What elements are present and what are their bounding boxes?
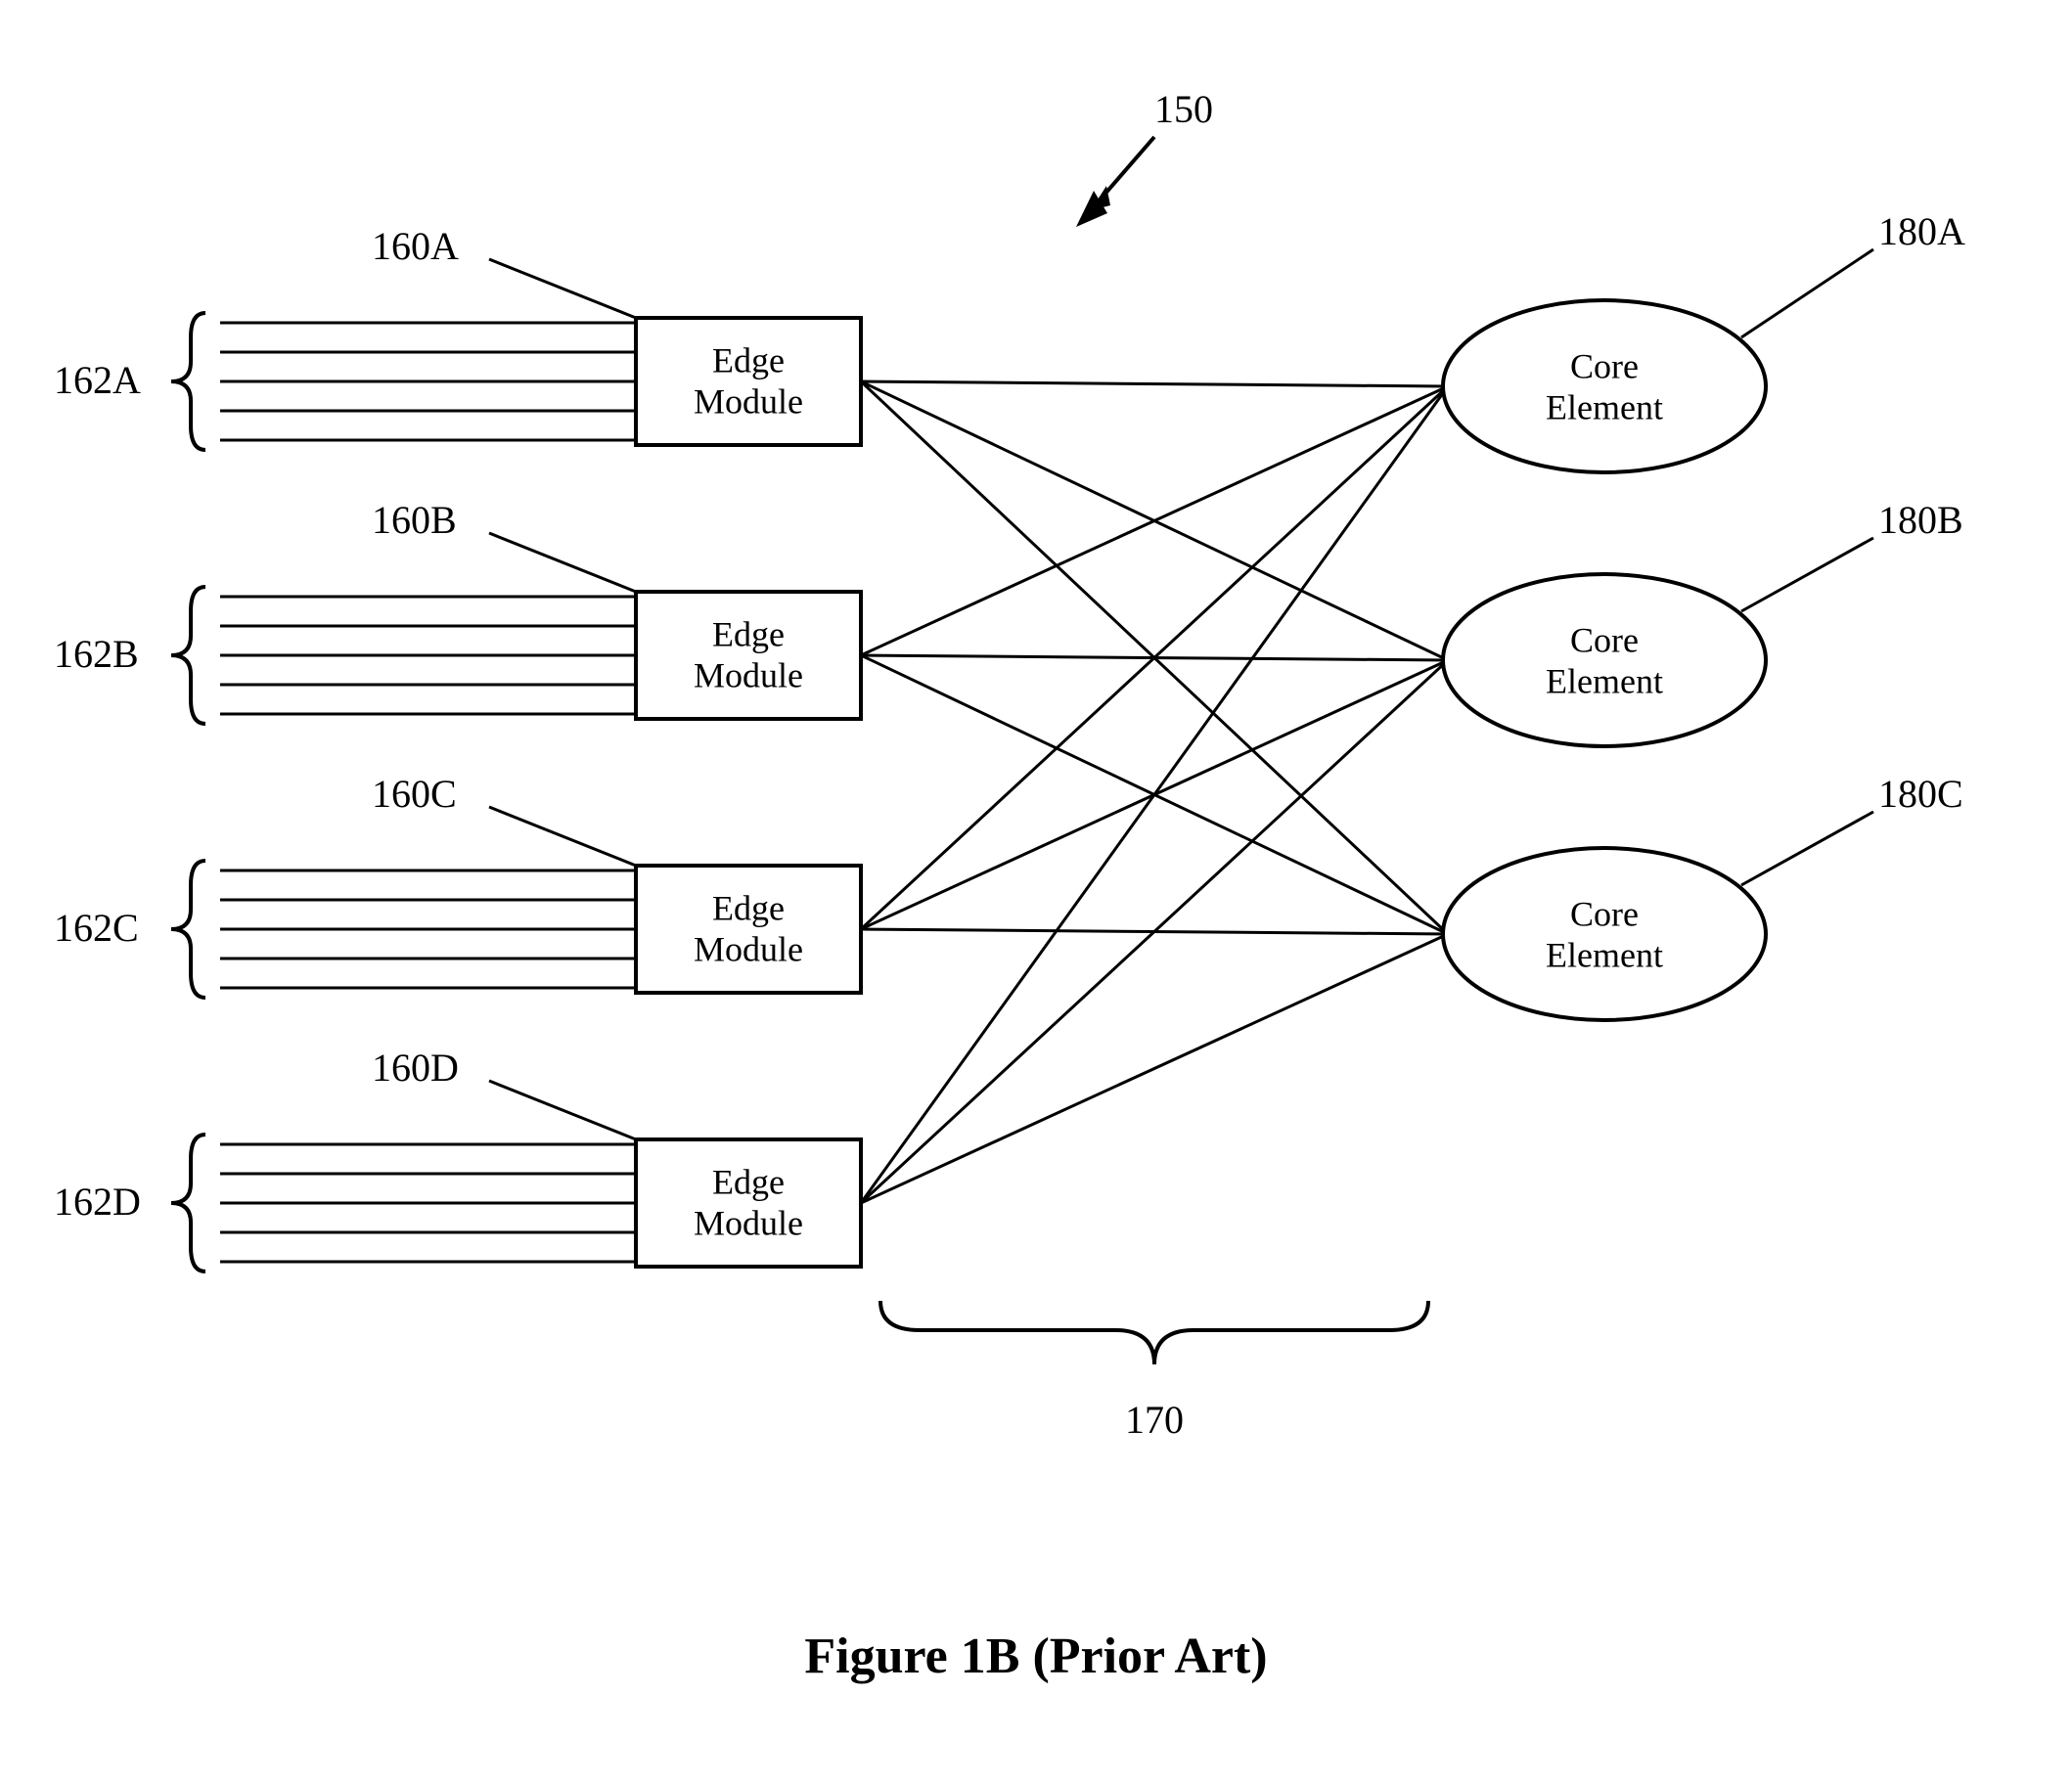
brace-C [171, 861, 205, 998]
edge-module-B-line2: Module [694, 655, 803, 694]
ref-150-text: 150 [1154, 87, 1213, 131]
ref-180C: 180C [1878, 772, 1963, 816]
edge-module-C: 162C Edge Module 160C [54, 772, 861, 998]
ref-150: 150 [1076, 87, 1213, 227]
ref-160A: 160A [372, 224, 459, 268]
edge-module-C-line2: Module [694, 929, 803, 968]
core-A-line2: Element [1546, 387, 1663, 426]
core-element-B: Core Element 180B [1443, 498, 1963, 746]
ref-180B: 180B [1878, 498, 1963, 542]
core-B-line2: Element [1546, 661, 1663, 700]
ref-160B: 160B [372, 498, 457, 542]
ref-180A: 180A [1878, 209, 1965, 253]
ref-160D: 160D [372, 1046, 459, 1090]
brace-ref-B: 162B [54, 632, 139, 676]
ref-160C: 160C [372, 772, 457, 816]
figure-caption: Figure 1B (Prior Art) [804, 1628, 1267, 1684]
edge-module-D: 162D Edge Module 160D [54, 1046, 861, 1271]
interconnect-lines [861, 381, 1448, 1203]
edge-module-D-line1: Edge [712, 1162, 785, 1201]
brace-D [171, 1135, 205, 1271]
brace-ref-D: 162D [54, 1180, 141, 1224]
edge-module-D-line2: Module [694, 1203, 803, 1242]
edge-module-A-line1: Edge [712, 340, 785, 379]
brace-ref-C: 162C [54, 906, 139, 950]
edge-module-C-line1: Edge [712, 888, 785, 927]
edge-module-B: 162B Edge Module 160B [54, 498, 861, 724]
bottom-brace: 170 [880, 1301, 1428, 1442]
brace-ref-A: 162A [54, 358, 141, 402]
core-B-line1: Core [1570, 620, 1639, 659]
core-C-line1: Core [1570, 894, 1639, 933]
core-C-line2: Element [1546, 935, 1663, 974]
core-A-line1: Core [1570, 346, 1639, 385]
edge-module-A-line2: Module [694, 381, 803, 421]
core-element-A: Core Element 180A [1443, 209, 1965, 472]
edge-module-A: 162A Edge Module 160A [54, 224, 861, 450]
brace-B [171, 587, 205, 724]
core-element-C: Core Element 180C [1443, 772, 1963, 1020]
ref-170: 170 [1125, 1398, 1184, 1442]
figure-diagram: 150 162A Edge Module 160A 162B Edge [0, 0, 2072, 1784]
edge-module-B-line1: Edge [712, 614, 785, 653]
brace-A [171, 313, 205, 450]
